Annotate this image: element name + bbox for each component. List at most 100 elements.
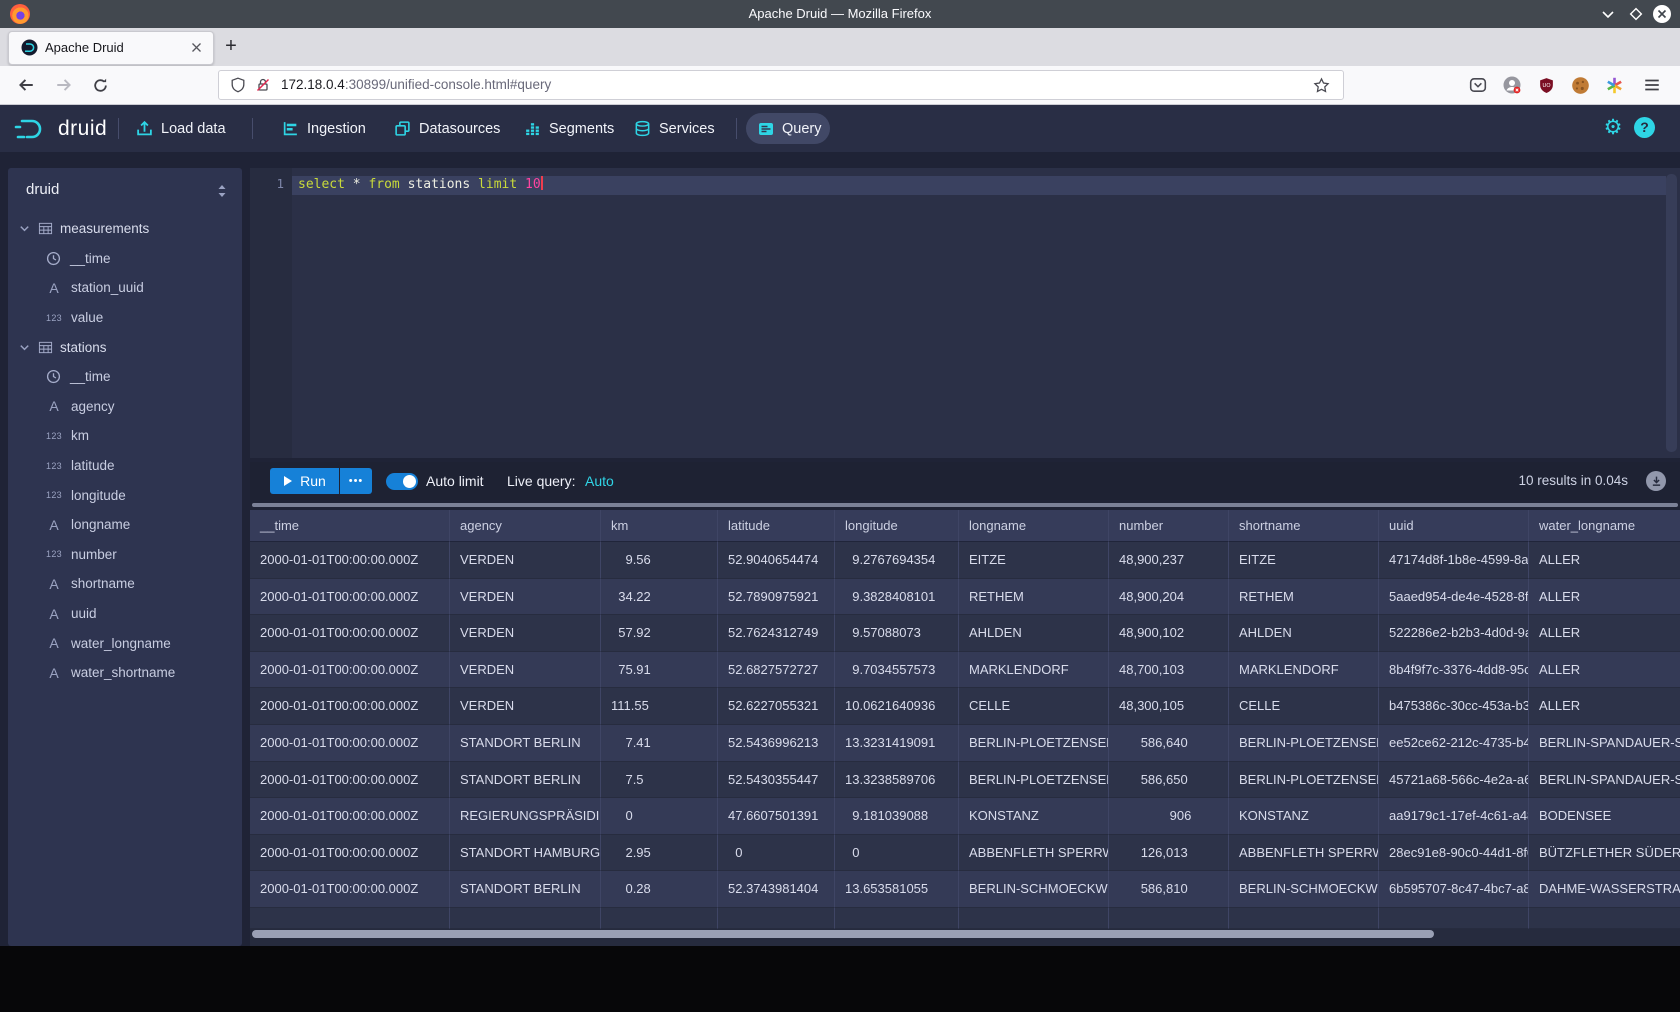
table-cell[interactable]: VERDEN <box>450 579 601 616</box>
column-header-number[interactable]: number <box>1109 510 1229 542</box>
column-header-shortname[interactable]: shortname <box>1229 510 1379 542</box>
table-cell[interactable]: 126,013 <box>1109 835 1229 872</box>
sidebar-item-stations[interactable]: stations <box>8 332 242 362</box>
table-cell[interactable]: 52.7624312749 <box>718 615 835 652</box>
column-header-km[interactable]: km <box>601 510 718 542</box>
table-cell[interactable]: 34.22 <box>601 579 718 616</box>
table-cell[interactable]: 75.91 <box>601 652 718 689</box>
table-cell[interactable]: STANDORT BERLIN <box>450 725 601 762</box>
download-icon[interactable] <box>1646 471 1666 491</box>
table-cell[interactable]: 2000-01-01T00:00:00.000Z <box>250 725 450 762</box>
nav-item-datasources[interactable]: Datasources <box>394 105 500 152</box>
table-cell[interactable]: 52.5430355447 <box>718 762 835 799</box>
table-cell[interactable]: 13.3231419091 <box>835 725 959 762</box>
table-cell[interactable]: ABBENFLETH SPERRWERK <box>959 835 1109 872</box>
url-text[interactable]: 172.18.0.4:30899/unified-console.html#qu… <box>281 71 551 99</box>
sidebar-item-value[interactable]: 123value <box>8 303 242 333</box>
table-cell[interactable]: 48,900,237 <box>1109 542 1229 579</box>
url-bar[interactable]: 172.18.0.4:30899/unified-console.html#qu… <box>218 70 1344 100</box>
table-cell[interactable]: 2.95 <box>601 835 718 872</box>
auto-limit-toggle[interactable] <box>386 473 418 490</box>
window-maximize-icon[interactable] <box>1628 0 1644 28</box>
table-cell[interactable]: b475386c-30cc-453a-b3 <box>1379 688 1529 725</box>
column-header-water_longname[interactable]: water_longname <box>1529 510 1680 542</box>
table-cell[interactable]: REGIERUNGSPRÄSIDIUM <box>450 798 601 835</box>
horizontal-scrollbar-top[interactable] <box>252 503 1678 507</box>
table-cell[interactable]: VERDEN <box>450 615 601 652</box>
table-cell[interactable]: 52.6227055321 <box>718 688 835 725</box>
column-header-latitude[interactable]: latitude <box>718 510 835 542</box>
new-tab-button[interactable]: + <box>218 34 244 60</box>
sidebar-item-shortname[interactable]: Ashortname <box>8 569 242 599</box>
table-cell[interactable]: aa9179c1-17ef-4c61-a48 <box>1379 798 1529 835</box>
table-cell[interactable]: EITZE <box>959 542 1109 579</box>
table-cell[interactable]: 0 <box>835 835 959 872</box>
sidebar-item-uuid[interactable]: Auuid <box>8 599 242 629</box>
table-cell[interactable]: BERLIN-PLOETZENSEE C <box>959 725 1109 762</box>
results-hscrollbar[interactable] <box>252 930 1434 938</box>
tab-close-icon[interactable] <box>189 40 204 55</box>
table-cell[interactable]: STANDORT BERLIN <box>450 762 601 799</box>
table-cell[interactable]: 0 <box>601 798 718 835</box>
column-header-uuid[interactable]: uuid <box>1379 510 1529 542</box>
menu-hamburger-icon[interactable] <box>1640 73 1664 97</box>
table-cell[interactable]: VERDEN <box>450 542 601 579</box>
table-cell[interactable]: ALLER <box>1529 615 1680 652</box>
table-cell[interactable]: ABBENFLETH SPERRWERK <box>1229 835 1379 872</box>
table-cell[interactable]: 0 <box>718 835 835 872</box>
account-icon[interactable] <box>1500 73 1524 97</box>
table-cell[interactable]: BERLIN-PLOETZENSEE U <box>959 762 1109 799</box>
table-cell[interactable]: 2000-01-01T00:00:00.000Z <box>250 542 450 579</box>
column-header-agency[interactable]: agency <box>450 510 601 542</box>
insecure-lock-icon[interactable] <box>255 77 271 93</box>
table-cell[interactable]: 586,810 <box>1109 871 1229 908</box>
table-cell[interactable]: 9.2767694354 <box>835 542 959 579</box>
table-cell[interactable]: BERLIN-SPANDAUER-SCHIFFAHRTSKANAL <box>1529 762 1680 799</box>
table-cell[interactable]: VERDEN <box>450 652 601 689</box>
table-cell[interactable]: 5aaed954-de4e-4528-8f <box>1379 579 1529 616</box>
table-cell[interactable]: 9.181039088 <box>835 798 959 835</box>
window-close-icon[interactable] <box>1652 0 1672 28</box>
table-cell[interactable]: CELLE <box>1229 688 1379 725</box>
table-cell[interactable]: BERLIN-SCHMOECKWITZ <box>959 871 1109 908</box>
table-cell[interactable]: KONSTANZ <box>1229 798 1379 835</box>
table-cell[interactable]: 2000-01-01T00:00:00.000Z <box>250 688 450 725</box>
shield-icon[interactable] <box>230 77 246 93</box>
sidebar-item-longname[interactable]: Alongname <box>8 510 242 540</box>
table-cell[interactable]: 28ec91e8-90c0-44d1-8f0 <box>1379 835 1529 872</box>
sidebar-item-number[interactable]: 123number <box>8 540 242 570</box>
sidebar-item-water_shortname[interactable]: Awater_shortname <box>8 658 242 688</box>
table-cell[interactable]: 522286e2-b2b3-4d0d-9a <box>1379 615 1529 652</box>
double-caret-icon[interactable] <box>216 184 228 198</box>
table-cell[interactable]: AHLDEN <box>959 615 1109 652</box>
table-cell[interactable]: 111.55 <box>601 688 718 725</box>
column-header-longname[interactable]: longname <box>959 510 1109 542</box>
table-cell[interactable]: 7.41 <box>601 725 718 762</box>
settings-gear-icon[interactable]: ⚙ <box>1600 114 1626 142</box>
sidebar-item-agency[interactable]: Aagency <box>8 392 242 422</box>
back-icon[interactable] <box>14 73 38 97</box>
table-cell[interactable]: 48,900,102 <box>1109 615 1229 652</box>
table-cell[interactable]: EITZE <box>1229 542 1379 579</box>
table-cell[interactable]: 586,640 <box>1109 725 1229 762</box>
table-cell[interactable]: MARKLENDORF <box>1229 652 1379 689</box>
druid-logo[interactable]: druid <box>14 105 107 152</box>
table-cell[interactable]: KONSTANZ <box>959 798 1109 835</box>
table-cell[interactable]: 2000-01-01T00:00:00.000Z <box>250 798 450 835</box>
table-cell[interactable]: 9.57088073 <box>835 615 959 652</box>
table-cell[interactable]: 45721a68-566c-4e2a-a6 <box>1379 762 1529 799</box>
nav-item-query-active[interactable]: Query <box>746 113 830 144</box>
nav-item-services[interactable]: Services <box>634 105 715 152</box>
table-cell[interactable]: ALLER <box>1529 579 1680 616</box>
table-cell[interactable]: 9.7034557573 <box>835 652 959 689</box>
extension-asterisk-icon[interactable] <box>1602 73 1626 97</box>
table-cell[interactable]: 2000-01-01T00:00:00.000Z <box>250 615 450 652</box>
help-icon[interactable]: ? <box>1634 117 1655 138</box>
sidebar-item-longitude[interactable]: 123longitude <box>8 480 242 510</box>
table-cell[interactable]: 2000-01-01T00:00:00.000Z <box>250 762 450 799</box>
table-cell[interactable]: BÜTZFLETHER SÜDERELBE <box>1529 835 1680 872</box>
table-cell[interactable]: 57.92 <box>601 615 718 652</box>
table-cell[interactable]: BERLIN-SCHMOECKWITZ <box>1229 871 1379 908</box>
sidebar-item-latitude[interactable]: 123latitude <box>8 451 242 481</box>
table-cell[interactable]: VERDEN <box>450 688 601 725</box>
